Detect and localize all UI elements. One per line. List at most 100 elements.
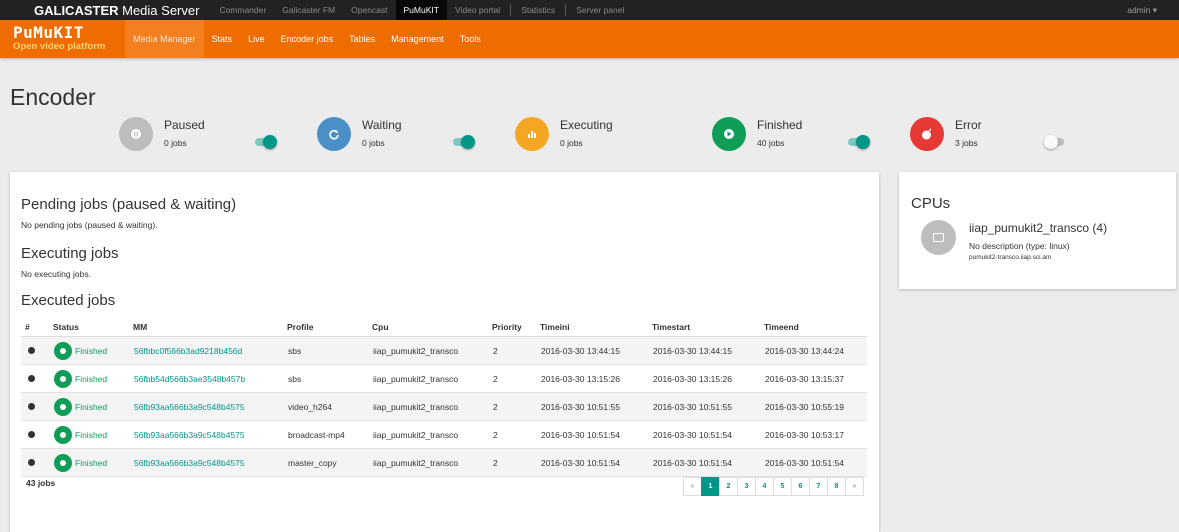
cpu-name: iiap_pumukit2_transco (4) <box>969 221 1108 235</box>
nav-tools[interactable]: Tools <box>452 20 489 58</box>
page-prev-button[interactable]: « <box>683 477 702 496</box>
main-navbar: PuMuKIT Open video platform Media Manage… <box>0 20 1179 58</box>
page-8-button[interactable]: 8 <box>827 477 846 496</box>
page-6-button[interactable]: 6 <box>791 477 810 496</box>
profile-cell: sbs <box>287 336 372 365</box>
nav-management[interactable]: Management <box>383 20 452 58</box>
cpu-cell: iiap_pumukit2_transco <box>372 448 492 477</box>
nav-media-manager[interactable]: Media Manager <box>125 20 204 58</box>
topnav-commander[interactable]: Commander <box>211 0 274 20</box>
table-row: Finished 56fbb54d566b3ae3548b457b sbs ii… <box>21 364 867 393</box>
col-mm[interactable]: MM <box>133 318 287 337</box>
status-label: Waiting <box>362 118 402 132</box>
executed-jobs-table: # Status MM Profile Cpu Priority Timeini… <box>21 318 867 477</box>
col-priority[interactable]: Priority <box>492 318 540 337</box>
executed-title: Executed jobs <box>21 292 116 309</box>
play-icon <box>712 117 746 151</box>
table-row: Finished 56fb93aa566b3a9c548b4575 video_… <box>21 392 867 421</box>
cpus-title: CPUs <box>911 195 951 212</box>
status-executing: Executing 0 jobs <box>515 117 705 153</box>
col-timeini[interactable]: Timeini <box>540 318 652 337</box>
nav-live[interactable]: Live <box>240 20 273 58</box>
status-count: 3 jobs <box>955 138 978 148</box>
topnav-server-panel[interactable]: Server panel <box>568 0 632 20</box>
nav-tables[interactable]: Tables <box>341 20 383 58</box>
pagination: « 1 2 3 4 5 6 7 8 » <box>683 477 864 496</box>
jobs-panel: Pending jobs (paused & waiting) No pendi… <box>10 172 879 532</box>
priority-cell: 2 <box>492 448 540 477</box>
page-4-button[interactable]: 4 <box>755 477 774 496</box>
mm-link[interactable]: 56fbbc0f566b3ad9218b456d <box>134 346 242 356</box>
cpu-cell: iiap_pumukit2_transco <box>372 336 492 365</box>
page-3-button[interactable]: 3 <box>737 477 756 496</box>
profile-cell: sbs <box>287 364 372 393</box>
top-nav: Commander Galicaster FM Opencast PuMuKIT… <box>211 0 632 20</box>
page-5-button[interactable]: 5 <box>773 477 792 496</box>
info-icon[interactable] <box>28 430 35 438</box>
priority-cell: 2 <box>492 364 540 393</box>
status-count: 0 jobs <box>560 138 583 148</box>
profile-cell: broadcast-mp4 <box>287 420 372 449</box>
bar-chart-icon <box>515 117 549 151</box>
timeend-cell: 2016-03-30 13:44:24 <box>764 336 867 365</box>
timestart-cell: 2016-03-30 13:15:26 <box>652 364 764 393</box>
pause-icon <box>119 117 153 151</box>
info-icon[interactable] <box>28 458 35 466</box>
mm-link[interactable]: 56fb93aa566b3a9c548b4575 <box>134 458 245 468</box>
cpu-description: No description (type: linux) <box>969 241 1070 251</box>
timeend-cell: 2016-03-30 10:53:17 <box>764 420 867 449</box>
page-7-button[interactable]: 7 <box>809 477 828 496</box>
paused-toggle[interactable] <box>255 135 277 149</box>
mm-link[interactable]: 56fb93aa566b3a9c548b4575 <box>134 402 245 412</box>
timeend-cell: 2016-03-30 10:51:54 <box>764 448 867 477</box>
finished-toggle[interactable] <box>848 135 870 149</box>
table-row: Finished 56fb93aa566b3a9c548b4575 broadc… <box>21 420 867 449</box>
error-toggle[interactable] <box>1044 135 1064 149</box>
topnav-pumukit[interactable]: PuMuKIT <box>395 0 447 20</box>
info-icon[interactable] <box>28 374 35 382</box>
priority-cell: 2 <box>492 420 540 449</box>
nav-encoder-jobs[interactable]: Encoder jobs <box>273 20 342 58</box>
bomb-icon <box>910 117 944 151</box>
finished-icon <box>54 425 72 444</box>
topnav-galicaster-fm[interactable]: Galicaster FM <box>274 0 343 20</box>
logo-title: PuMuKIT <box>13 23 84 42</box>
status-text: Finished <box>75 373 108 384</box>
timeini-cell: 2016-03-30 10:51:55 <box>540 392 652 421</box>
cpu-cell: iiap_pumukit2_transco <box>372 364 492 393</box>
topnav-statistics[interactable]: Statistics <box>513 0 563 20</box>
topnav-video-portal[interactable]: Video portal <box>447 0 508 20</box>
col-status[interactable]: Status <box>53 318 133 337</box>
topnav-opencast[interactable]: Opencast <box>343 0 395 20</box>
timestart-cell: 2016-03-30 10:51:55 <box>652 392 764 421</box>
status-count: 0 jobs <box>362 138 385 148</box>
col-index: # <box>21 318 53 337</box>
page-next-button[interactable]: » <box>845 477 864 496</box>
page-2-button[interactable]: 2 <box>719 477 738 496</box>
col-profile[interactable]: Profile <box>287 318 372 337</box>
finished-icon <box>54 341 72 360</box>
logo-subtitle: Open video platform <box>13 41 106 52</box>
status-text: Finished <box>75 457 108 468</box>
info-icon[interactable] <box>28 402 35 410</box>
col-cpu[interactable]: Cpu <box>372 318 492 337</box>
nav-stats[interactable]: Stats <box>204 20 241 58</box>
brand[interactable]: GALICASTER Media Server <box>34 3 199 18</box>
pending-empty-text: No pending jobs (paused & waiting). <box>21 220 158 230</box>
profile-cell: master_copy <box>287 448 372 477</box>
timeini-cell: 2016-03-30 10:51:54 <box>540 420 652 449</box>
page-1-button[interactable]: 1 <box>701 477 720 496</box>
user-menu[interactable]: admin ▾ <box>1127 0 1157 20</box>
top-navbar: GALICASTER Media Server Commander Galica… <box>0 0 1179 20</box>
finished-icon <box>54 369 72 388</box>
info-icon[interactable] <box>28 346 35 354</box>
mm-link[interactable]: 56fb93aa566b3a9c548b4575 <box>134 430 245 440</box>
col-timestart[interactable]: Timestart <box>652 318 764 337</box>
pumukit-logo[interactable]: PuMuKIT Open video platform <box>13 25 125 53</box>
timestart-cell: 2016-03-30 13:44:15 <box>652 336 764 365</box>
server-icon <box>921 220 956 255</box>
waiting-toggle[interactable] <box>453 135 475 149</box>
divider <box>510 4 512 16</box>
mm-link[interactable]: 56fbb54d566b3ae3548b457b <box>134 374 245 384</box>
col-timeend[interactable]: Timeend <box>764 318 867 337</box>
